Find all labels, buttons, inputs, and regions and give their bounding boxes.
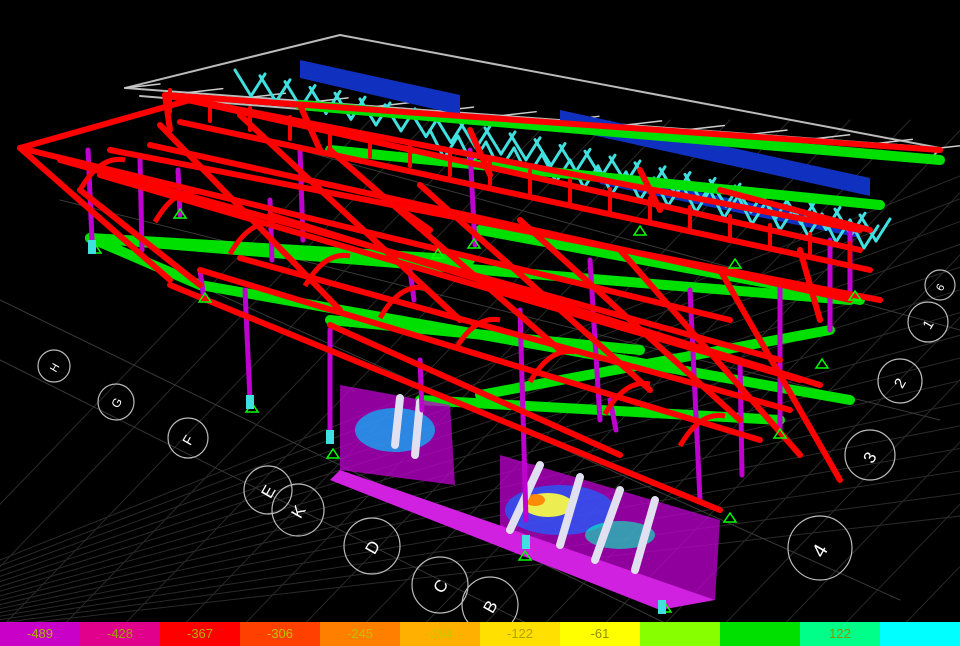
structure-3d-view[interactable]: B C D K E F G H 1 2 3 4 6: [0, 0, 960, 622]
grid-bubble-2: 2: [877, 358, 923, 404]
truss-member: [483, 126, 503, 156]
svg-text:4: 4: [808, 541, 833, 562]
legend-segment: [880, 622, 960, 646]
base-plate: [88, 240, 96, 254]
grid-bubble-g: G: [97, 383, 135, 421]
legend-value: -122: [506, 626, 534, 641]
roof-edge-beam: [124, 34, 341, 89]
legend-value: -184: [426, 626, 454, 641]
purlin: [751, 129, 788, 135]
legend-value: -61: [590, 626, 610, 641]
support-icon: [632, 224, 648, 236]
svg-text:F: F: [179, 432, 197, 447]
legend-segment: -245: [320, 622, 400, 646]
grid-line: [930, 120, 960, 622]
grid-bubble-d: D: [343, 517, 401, 575]
legend-value: -306: [266, 626, 294, 641]
base-plate: [522, 535, 530, 549]
legend-segment: -122: [480, 622, 560, 646]
truss-member: [249, 72, 267, 98]
purlin: [500, 110, 537, 117]
svg-text:C: C: [430, 576, 453, 596]
support-icon: [722, 511, 738, 523]
truss-member: [524, 136, 542, 162]
grid-bubble-h: H: [37, 349, 71, 383]
grid-line: [0, 334, 960, 597]
legend-value: 122: [829, 626, 851, 641]
structural-model[interactable]: [17, 34, 960, 614]
legend-segment: -61: [560, 622, 640, 646]
legend-value: -245: [346, 626, 374, 641]
column: [242, 287, 253, 403]
truss-member: [274, 78, 292, 104]
truss-member: [549, 142, 567, 168]
svg-text:6: 6: [934, 282, 947, 293]
contour-legend-bar: -489 -428 -367 -306 -245 -184 -122 -61 122: [0, 622, 960, 646]
legend-segment: -184: [400, 622, 480, 646]
base-plate: [326, 430, 334, 444]
grid-bubble-c: C: [411, 556, 469, 614]
svg-text:H: H: [48, 361, 62, 374]
truss-member: [233, 68, 253, 98]
slab-rib: [391, 394, 404, 449]
legend-segment: [720, 622, 800, 646]
purlin: [625, 120, 663, 126]
base-plate: [658, 600, 666, 614]
legend-value: -428: [106, 626, 134, 641]
legend-segment: [640, 622, 720, 646]
svg-text:3: 3: [860, 449, 881, 467]
legend-segment: -428: [80, 622, 160, 646]
grid-bubble-f: F: [167, 417, 209, 459]
legend-segment: -306: [240, 622, 320, 646]
svg-text:2: 2: [891, 375, 910, 391]
svg-text:1: 1: [919, 317, 937, 332]
legend-segment: -367: [160, 622, 240, 646]
purlin: [186, 87, 224, 94]
model-viewport[interactable]: B C D K E F G H 1 2 3 4 6: [0, 0, 960, 622]
legend-segment: 122: [800, 622, 880, 646]
grid-bubble-1: 1: [907, 301, 949, 343]
purlin: [939, 144, 960, 149]
legend-value: -367: [186, 626, 214, 641]
svg-text:B: B: [480, 597, 502, 616]
slab-rib: [411, 398, 424, 459]
legend-segment: -489: [0, 622, 80, 646]
support-icon: [814, 357, 830, 369]
grid-line: [905, 565, 960, 622]
purlin: [375, 101, 412, 108]
support-icon: [325, 447, 341, 459]
legend-value: -489: [26, 626, 54, 641]
svg-text:G: G: [108, 395, 125, 410]
support-icon: [727, 257, 743, 269]
base-plate: [246, 395, 254, 409]
grid-bubble-6: 6: [924, 269, 956, 301]
svg-text:D: D: [362, 537, 385, 557]
purlin: [688, 124, 725, 131]
